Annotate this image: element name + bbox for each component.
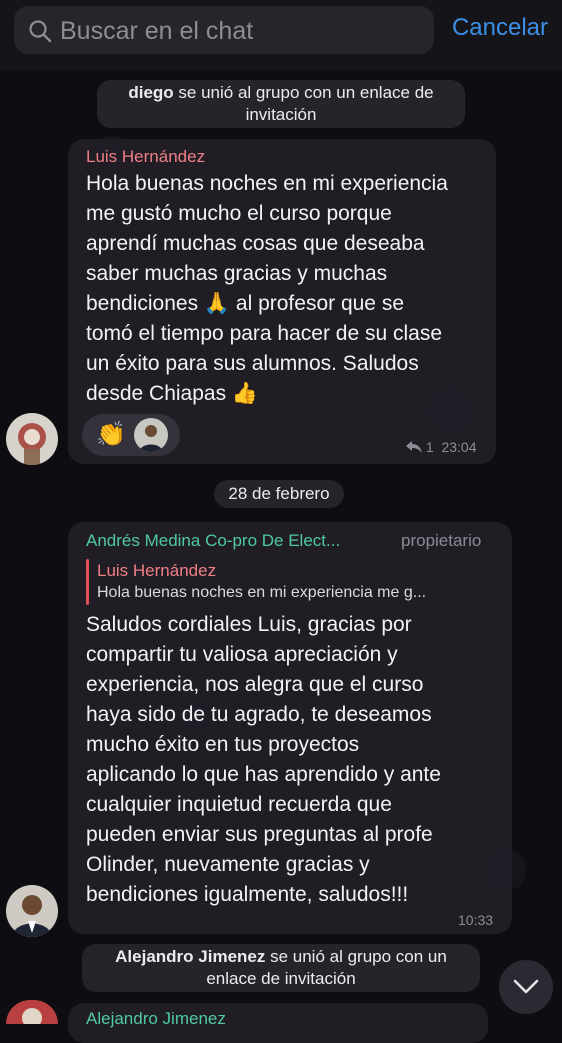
message-time: 23:04 [441,439,477,455]
message-sender[interactable]: Andrés Medina Co-pro De Elect... [86,531,340,551]
service-text: se unió al grupo con un enlace de invita… [173,83,434,124]
chevron-down-icon [513,979,539,994]
reply-arrow-icon [406,441,422,453]
owner-badge: propietario [401,531,482,550]
reply-count: 1 [425,439,434,455]
cancel-button[interactable]: Cancelar [452,14,548,42]
service-user-name[interactable]: Alejandro Jimenez [115,947,265,966]
avatar[interactable] [6,1000,58,1024]
reply-quote-text[interactable]: Hola buenas noches en mi experiencia me … [97,584,426,602]
scroll-down-button[interactable] [499,960,553,1014]
message-text: Saludos cordiales Luis, gracias por comp… [86,613,441,906]
date-separator: 28 de febrero [214,480,344,508]
service-message: diego se unió al grupo con un enlace de … [97,80,465,128]
service-user-name[interactable]: diego [128,83,173,102]
message-time: 10:33 [458,912,494,928]
message-sender[interactable]: Luis Hernández [86,147,205,167]
search-bar: Buscar en el chat Cancelar [0,0,562,70]
clap-reaction-icon[interactable]: 👏 [96,420,126,449]
message-sender[interactable]: Alejandro Jimenez [86,1009,226,1029]
message-bubble[interactable]: Alejandro Jimenez [68,1003,488,1043]
reply-indicator [86,559,89,605]
reactions-bar[interactable]: 👏 [82,414,180,456]
service-message: Alejandro Jimenez se unió al grupo con u… [82,944,480,992]
search-icon [29,20,52,43]
message-text: Hola buenas noches en mi experiencia me … [86,172,448,405]
message-meta[interactable]: 1 23:04 [406,439,477,455]
search-field[interactable]: Buscar en el chat [14,6,434,54]
reaction-avatar [134,418,168,452]
search-input[interactable]: Buscar en el chat [60,17,253,46]
avatar[interactable] [6,413,58,465]
avatar[interactable] [6,885,58,937]
reply-quote-sender[interactable]: Luis Hernández [97,561,216,581]
